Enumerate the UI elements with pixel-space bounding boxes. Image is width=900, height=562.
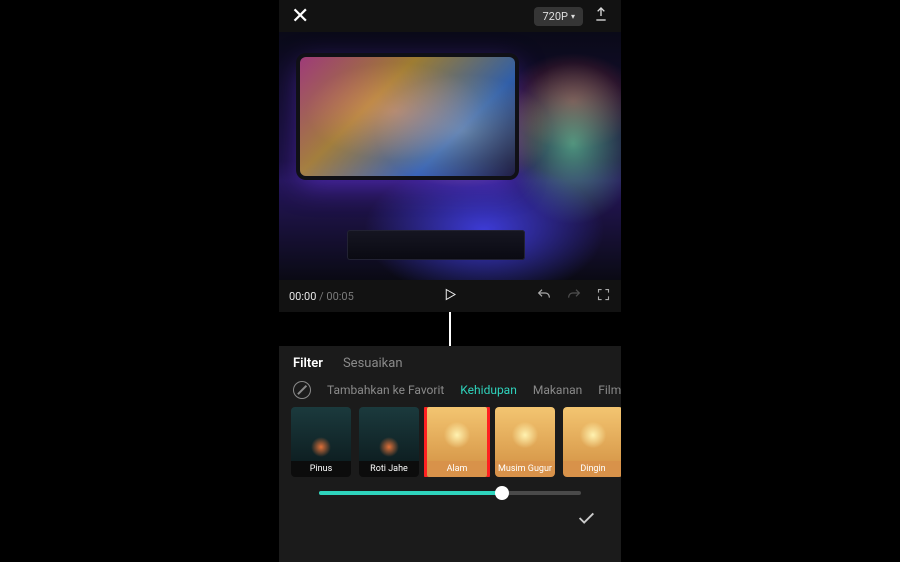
- redo-icon[interactable]: [566, 287, 582, 306]
- filter-thumb-pinus[interactable]: Pinus: [291, 407, 351, 477]
- thumb-label: Pinus: [291, 461, 351, 477]
- filter-thumb-alam[interactable]: Alam: [427, 407, 487, 477]
- thumb-image: [563, 407, 621, 461]
- thumb-label: Musim Gugur: [495, 461, 555, 477]
- close-icon[interactable]: ✕: [291, 4, 309, 29]
- filter-thumb-musim-gugur[interactable]: Musim Gugur: [495, 407, 555, 477]
- filter-thumb-roti-jahe[interactable]: Roti Jahe: [359, 407, 419, 477]
- thumb-label: Dingin: [563, 461, 621, 477]
- tab-adjust[interactable]: Sesuaikan: [343, 356, 403, 371]
- category-item[interactable]: Kehidupan: [460, 383, 517, 397]
- confirm-row: [279, 495, 621, 533]
- filter-thumbnails: Pinus Roti Jahe Alam Musim Gugur Dingin: [279, 407, 621, 477]
- category-item[interactable]: Film: [598, 383, 621, 397]
- fullscreen-icon[interactable]: [596, 287, 611, 305]
- thumb-image: [291, 407, 351, 461]
- time-current: 00:00: [289, 290, 316, 303]
- time-display: 00:00 / 00:05: [289, 290, 354, 303]
- no-filter-icon[interactable]: [293, 381, 311, 399]
- export-icon[interactable]: [593, 6, 609, 26]
- filter-panel: Filter Sesuaikan Tambahkan ke Favorit Ke…: [279, 346, 621, 562]
- thumb-image: [427, 407, 487, 461]
- intensity-slider-row: [279, 477, 621, 495]
- preview-image: [279, 32, 621, 280]
- category-row: Tambahkan ke Favorit Kehidupan Makanan F…: [279, 377, 621, 407]
- category-item[interactable]: Makanan: [533, 383, 582, 397]
- time-duration: 00:05: [326, 290, 353, 303]
- thumb-image: [495, 407, 555, 461]
- time-sep: /: [316, 290, 326, 303]
- thumb-label: Roti Jahe: [359, 461, 419, 477]
- thumb-image: [359, 407, 419, 461]
- slider-fill: [319, 491, 502, 495]
- filter-thumb-dingin[interactable]: Dingin: [563, 407, 621, 477]
- thumb-label: Alam: [427, 461, 487, 477]
- resolution-dropdown[interactable]: 720P: [534, 7, 583, 26]
- add-favorite[interactable]: Tambahkan ke Favorit: [327, 383, 444, 397]
- resolution-label: 720P: [542, 10, 568, 23]
- playhead[interactable]: [449, 312, 451, 348]
- confirm-icon[interactable]: [575, 507, 597, 533]
- video-preview[interactable]: [279, 32, 621, 280]
- intensity-slider[interactable]: [319, 491, 581, 495]
- top-bar: ✕ 720P: [279, 0, 621, 32]
- slider-knob[interactable]: [495, 486, 509, 500]
- undo-icon[interactable]: [536, 287, 552, 306]
- top-bar-right: 720P: [534, 6, 609, 26]
- playback-right-controls: [536, 287, 611, 306]
- tab-filter[interactable]: Filter: [293, 356, 323, 371]
- playback-bar: 00:00 / 00:05: [279, 280, 621, 312]
- play-icon[interactable]: [443, 287, 458, 305]
- panel-tabs: Filter Sesuaikan: [279, 346, 621, 377]
